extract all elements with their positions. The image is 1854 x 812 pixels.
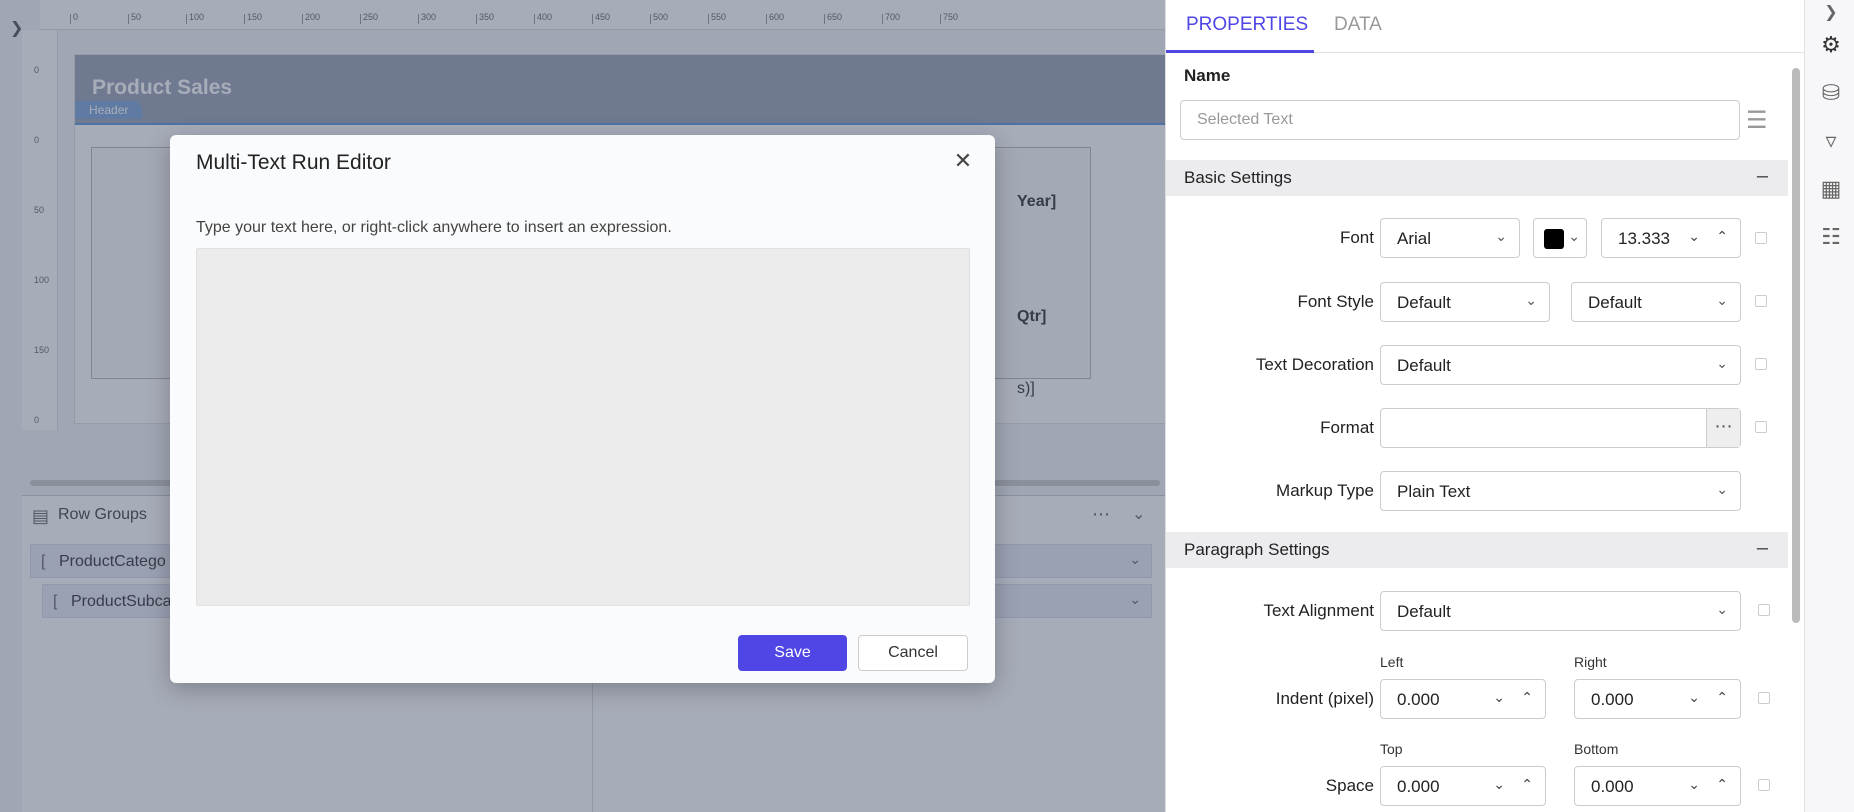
space-bottom-label: Bottom: [1574, 741, 1619, 757]
indent-right-value: 0.000: [1591, 690, 1634, 709]
chevron-down-icon: ⌄: [1525, 292, 1537, 308]
font-checkbox[interactable]: [1755, 232, 1767, 244]
font-size-value: 13.333: [1618, 229, 1670, 248]
indent-right-spinner[interactable]: 0.000 ⌄ ⌃: [1574, 679, 1741, 719]
font-label: Font: [1339, 228, 1374, 247]
database-icon[interactable]: ⛁: [1817, 80, 1845, 108]
image-settings-icon[interactable]: ▦: [1817, 176, 1845, 204]
gear-icon[interactable]: ⚙: [1817, 32, 1845, 60]
markup-type-dropdown[interactable]: Plain Text ⌄: [1380, 471, 1741, 511]
font-weight-value: Default: [1588, 293, 1642, 312]
text-decoration-label: Text Decoration: [1255, 355, 1374, 374]
text-alignment-value: Default: [1397, 602, 1451, 621]
indent-left-label: Left: [1380, 654, 1404, 670]
panel-scrollbar[interactable]: [1792, 68, 1800, 623]
chevron-up-icon[interactable]: ⌃: [1521, 689, 1533, 706]
filter-icon[interactable]: ▿: [1817, 128, 1845, 156]
markup-type-value: Plain Text: [1397, 482, 1471, 501]
space-top-value: 0.000: [1397, 777, 1440, 796]
chevron-down-icon: ⌄: [1716, 481, 1728, 497]
font-weight-dropdown[interactable]: Default ⌄: [1571, 282, 1741, 322]
section-title: Paragraph Settings: [1184, 540, 1330, 559]
space-label: Space: [1325, 776, 1374, 795]
text-decoration-checkbox[interactable]: [1755, 358, 1767, 370]
multi-text-run-editor-dialog: Multi-Text Run Editor ✕ Type your text h…: [170, 135, 995, 683]
text-decoration-value: Default: [1397, 356, 1451, 375]
chevron-down-icon[interactable]: ⌄: [1493, 689, 1505, 706]
color-swatch: [1544, 229, 1564, 249]
space-top-spinner[interactable]: 0.000 ⌄ ⌃: [1380, 766, 1546, 806]
space-bottom-value: 0.000: [1591, 777, 1634, 796]
chevron-down-icon[interactable]: ⌄: [1688, 228, 1700, 245]
chevron-down-icon[interactable]: ⌄: [1493, 776, 1505, 793]
indent-checkbox[interactable]: [1758, 692, 1770, 704]
list-icon[interactable]: ☰: [1746, 106, 1768, 135]
tab-properties[interactable]: PROPERTIES: [1186, 14, 1308, 36]
chevron-down-icon: ⌄: [1568, 228, 1580, 244]
chevron-down-icon: ⌄: [1716, 292, 1728, 308]
close-icon[interactable]: ✕: [951, 149, 975, 173]
more-horizontal-icon[interactable]: ⋯: [1706, 409, 1740, 447]
font-dropdown[interactable]: Arial ⌄: [1380, 218, 1520, 258]
chevron-down-icon[interactable]: ⌄: [1688, 776, 1700, 793]
right-icon-rail: ❯ ⚙ ⛁ ▿ ▦ ☷: [1804, 0, 1854, 812]
chevron-up-icon[interactable]: ⌃: [1716, 228, 1728, 245]
name-label: Name: [1184, 66, 1231, 85]
text-alignment-checkbox[interactable]: [1758, 604, 1770, 616]
font-color-picker[interactable]: ⌄: [1533, 218, 1587, 258]
space-bottom-spinner[interactable]: 0.000 ⌄ ⌃: [1574, 766, 1741, 806]
dialog-hint: Type your text here, or right-click anyw…: [196, 219, 672, 236]
panel-tabs: PROPERTIES DATA: [1166, 0, 1804, 53]
chevron-right-icon[interactable]: ❯: [1817, 2, 1845, 30]
format-checkbox[interactable]: [1755, 421, 1767, 433]
indent-right-label: Right: [1574, 654, 1607, 670]
font-style-checkbox[interactable]: [1755, 295, 1767, 307]
paragraph-settings-header[interactable]: Paragraph Settings –: [1166, 532, 1788, 568]
chevron-down-icon: ⌄: [1495, 228, 1507, 244]
chevron-up-icon[interactable]: ⌃: [1716, 689, 1728, 706]
chevron-down-icon: ⌄: [1716, 355, 1728, 371]
indent-left-spinner[interactable]: 0.000 ⌄ ⌃: [1380, 679, 1546, 719]
section-title: Basic Settings: [1184, 168, 1292, 187]
text-run-editor[interactable]: [196, 248, 970, 606]
collapse-icon[interactable]: –: [1757, 165, 1768, 188]
properties-panel: PROPERTIES DATA Name ☰ Basic Settings – …: [1165, 0, 1804, 812]
format-input[interactable]: ⋯: [1380, 408, 1741, 448]
chevron-down-icon: ⌄: [1716, 601, 1728, 617]
format-value: [1381, 409, 1397, 428]
font-size-spinner[interactable]: 13.333 ⌄ ⌃: [1601, 218, 1741, 258]
font-style-value: Default: [1397, 293, 1451, 312]
space-checkbox[interactable]: [1758, 779, 1770, 791]
collapse-icon[interactable]: –: [1757, 537, 1768, 560]
text-alignment-label: Text Alignment: [1263, 601, 1374, 620]
basic-settings-header[interactable]: Basic Settings –: [1166, 160, 1788, 196]
active-tab-indicator: [1166, 50, 1314, 53]
markup-type-label: Markup Type: [1276, 481, 1374, 500]
font-style-label: Font Style: [1297, 292, 1374, 311]
indent-label: Indent (pixel): [1275, 689, 1374, 708]
dialog-title: Multi-Text Run Editor: [196, 151, 391, 174]
indent-left-value: 0.000: [1397, 690, 1440, 709]
space-top-label: Top: [1380, 741, 1403, 757]
text-decoration-dropdown[interactable]: Default ⌄: [1380, 345, 1741, 385]
tab-data[interactable]: DATA: [1334, 14, 1382, 36]
chevron-down-icon[interactable]: ⌄: [1688, 689, 1700, 706]
font-style-dropdown[interactable]: Default ⌄: [1380, 282, 1550, 322]
save-button[interactable]: Save: [738, 635, 847, 671]
text-alignment-dropdown[interactable]: Default ⌄: [1380, 591, 1741, 631]
chevron-up-icon[interactable]: ⌃: [1716, 776, 1728, 793]
font-value: Arial: [1397, 229, 1432, 248]
name-input[interactable]: [1180, 100, 1740, 140]
chevron-up-icon[interactable]: ⌃: [1521, 776, 1533, 793]
cancel-button[interactable]: Cancel: [858, 635, 968, 671]
format-label: Format: [1320, 418, 1374, 437]
hierarchy-icon[interactable]: ☷: [1817, 224, 1845, 252]
